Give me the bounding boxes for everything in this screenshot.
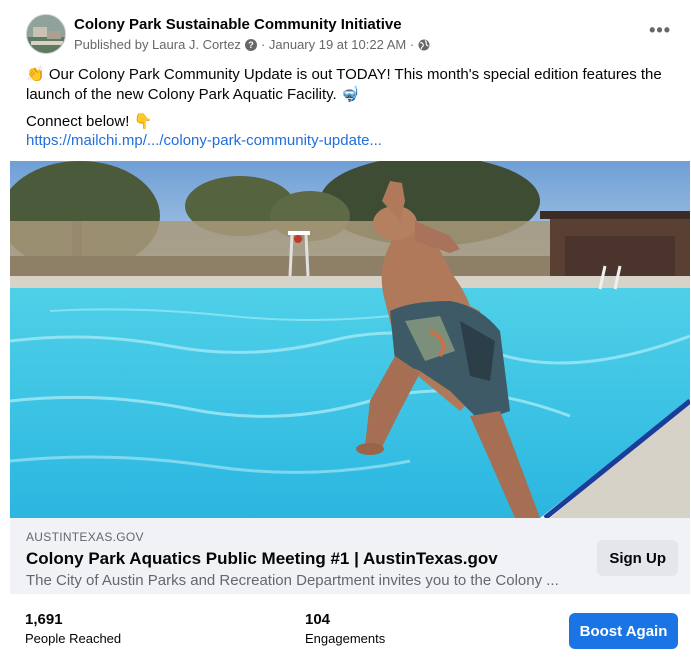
post-meta: Published by Laura J. Cortez ? · January… [74,37,430,52]
people-reached-label: People Reached [25,631,122,646]
diving-mask-emoji: 🤿 [340,86,360,103]
post-date[interactable]: · January 19 at 10:22 AM · [261,37,414,52]
clap-emoji: 👏 [26,66,45,83]
sign-up-button[interactable]: Sign Up [597,540,678,576]
engagements-label: Engagements [305,631,386,646]
globe-icon[interactable] [418,39,430,51]
page-name[interactable]: Colony Park Sustainable Community Initia… [74,16,402,33]
question-circle-icon[interactable]: ? [244,38,257,51]
connect-text: Connect below! [26,113,130,130]
link-title[interactable]: Colony Park Aquatics Public Meeting #1 |… [26,549,498,569]
post-stats: 1,691 People Reached 104 Engagements Boo… [0,594,691,671]
link-preview-card[interactable]: AUSTINTEXAS.GOV Colony Park Aquatics Pub… [10,518,690,594]
more-options-icon[interactable]: ••• [649,20,671,41]
pointing-down-emoji: 👇 [133,113,153,130]
link-description: The City of Austin Parks and Recreation … [26,572,559,589]
post-header: Colony Park Sustainable Community Initia… [26,14,671,58]
page-avatar[interactable] [26,14,66,54]
post-link[interactable]: https://mailchi.mp/.../colony-park-commu… [26,131,382,151]
published-by: Published by Laura J. Cortez [74,37,241,52]
people-reached-value: 1,691 [25,611,63,628]
post-image[interactable] [10,161,690,518]
link-domain: AUSTINTEXAS.GOV [26,530,144,544]
boost-again-button[interactable]: Boost Again [569,613,678,649]
post-text: 👏 Our Colony Park Community Update is ou… [26,65,676,105]
connect-line: Connect below! 👇 [26,112,152,132]
engagements-value: 104 [305,611,331,628]
